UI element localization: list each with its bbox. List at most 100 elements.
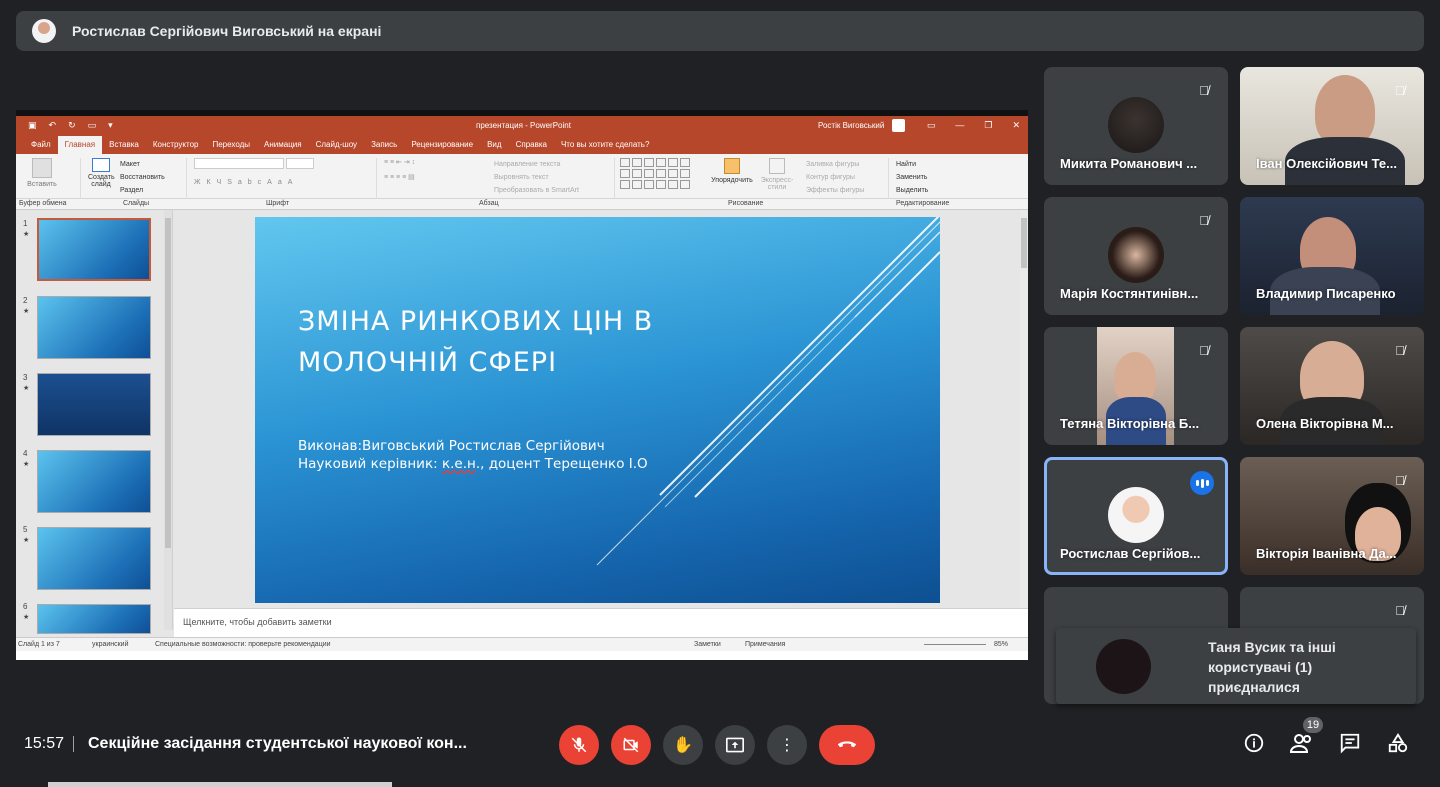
people-button[interactable] [1289,732,1315,758]
ppt-user-name: Ростік Виговський [818,121,885,130]
slide-thumbnail [37,527,151,590]
info-icon [1244,733,1264,753]
smartart-label: Преобразовать в SmartArt [494,187,579,194]
thumb-number: 6 [23,602,28,611]
participant-name: Іван Олексійович Те... [1256,156,1397,171]
tab-design: Конструктор [152,140,199,149]
people-icon [1289,734,1311,753]
participant-tile[interactable]: 🎙̸ Іван Олексійович Те... [1240,67,1424,185]
tab-view: Вид [487,140,502,149]
mic-toggle-button[interactable] [559,725,599,765]
slide-title: ЗМІНА РИНКОВИХ ЦІН В МОЛОЧНІЙ СФЕРІ [298,306,654,378]
shape-fill-label: Заливка фигуры [806,161,860,168]
avatar [1108,227,1164,283]
quick-styles-icon [769,158,785,174]
group-drawing: Рисование [728,200,764,207]
camera-toggle-button[interactable] [611,725,651,765]
thumb-number: 4 [23,449,28,458]
group-font: Шрифт [266,200,290,207]
user-icon [892,119,905,132]
participant-name: Олена Вікторівна М... [1256,416,1394,431]
thumb-number: 5 [23,525,28,534]
group-editing: Редактирование [896,200,950,207]
ppt-ribbon-tabs: Файл Главная Вставка Конструктор Переход… [16,135,1028,154]
camera-off-icon [623,737,639,753]
tab-slideshow: Слайд-шоу [315,140,358,149]
raise-hand-button[interactable]: ✋ [663,725,703,765]
select-label: Выделить [896,187,929,194]
text-direction-label: Направление текста [494,161,561,168]
section-label: Раздел [120,187,144,194]
tab-file: Файл [31,140,51,149]
tab-transitions: Переходы [212,140,251,149]
slide-thumbnails-pane: 1 ★ 2 ★ 3 ★ 4 ★ 5 ★ 6 ★ [16,210,173,634]
ribbon-display-icon: ▭ [926,120,936,130]
presenter-avatar [32,19,56,43]
mic-off-icon: 🎙̸ [1199,83,1209,98]
font-format-icons: ЖКЧSabcAaA [194,179,299,186]
group-clipboard: Буфер обмена [19,200,67,207]
redo-icon: ↻ [68,120,76,130]
slide-thumbnail [37,373,151,436]
save-icon: ▣ [28,120,37,130]
participant-tile[interactable]: 🎙̸ Микита Романович ... [1044,67,1228,185]
present-screen-icon [726,737,744,753]
undo-icon: ↶ [48,120,57,130]
zoom-slider [924,644,986,645]
close-icon: ✕ [1012,120,1020,130]
quick-styles-label: Экспресс-стили [760,177,794,191]
arrange-label: Упорядочить [711,177,753,184]
font-name-box [194,158,284,169]
start-slideshow-icon: ▭ [87,120,97,130]
participant-name: Тетяна Вікторівна Б... [1060,416,1200,431]
language: украинский [92,641,129,648]
avatar [1108,487,1164,543]
comments-toggle: Примечания [745,641,786,648]
participant-tile[interactable]: 🎙̸ Вікторія Іванівна Да... [1240,457,1424,575]
join-notification: Таня Вусик та інші користувачі (1) приєд… [1056,628,1416,704]
reset-label: Восстановить [120,174,165,181]
tab-insert: Вставка [109,140,139,149]
shape-effects-label: Эффекты фигуры [806,187,865,194]
replace-label: Заменить [896,174,928,181]
new-slide-icon [92,158,110,172]
tell-me-search: Что вы хотите сделать? [560,140,650,149]
participant-tile[interactable]: 🎙̸ Тетяна Вікторівна Б... [1044,327,1228,445]
chat-button[interactable] [1337,732,1363,758]
present-now-button[interactable] [715,725,755,765]
align-text-label: Выровнять текст [494,174,549,181]
slide-decoration-lines [596,217,940,566]
notes-toggle: Заметки [694,641,721,648]
shared-screen: ▣ ↶ ↻ ▭ ▾ презентация - PowerPoint Рості… [16,110,1028,660]
activities-button[interactable] [1385,732,1411,758]
tab-record: Запись [371,140,398,149]
more-options-button[interactable]: ⋮ [767,725,807,765]
avatar [1108,97,1164,153]
leave-call-button[interactable] [819,725,875,765]
participant-tile[interactable]: Владимир Писаренко [1240,197,1424,315]
arrange-icon [724,158,740,174]
group-slides: Слайды [123,200,150,207]
mic-off-icon: 🎙̸ [1395,603,1405,618]
participant-tile[interactable]: 🎙̸ Олена Вікторівна М... [1240,327,1424,445]
activities-icon [1388,733,1408,753]
more-vert-icon: ⋮ [779,737,795,754]
participant-tile[interactable]: 🎙̸ Марія Костянтинівн... [1044,197,1228,315]
thumb-number: 3 [23,373,28,382]
presenting-text: Ростислав Сергійович Виговський на екран… [72,23,382,39]
people-count-badge: 19 [1303,717,1323,733]
tab-review: Рецензирование [411,140,474,149]
participant-name: Микита Романович ... [1060,156,1198,171]
mic-off-icon: 🎙̸ [1395,83,1405,98]
shapes-gallery [620,158,704,196]
thumb-number: 2 [23,296,28,305]
slide-thumbnail [37,450,151,513]
notes-pane: Щелкните, чтобы добавить заметки [174,608,1028,637]
participant-tile-speaking[interactable]: Ростислав Сергійов... [1044,457,1228,575]
current-slide: ЗМІНА РИНКОВИХ ЦІН В МОЛОЧНІЙ СФЕРІ Вико… [255,217,940,603]
join-notification-text: Таня Вусик та інші користувачі (1) приєд… [1208,639,1336,695]
new-slide-label: Создать слайд [88,174,115,188]
restore-icon: ❐ [984,120,993,130]
meeting-details-button[interactable] [1241,732,1267,758]
mic-off-icon [571,737,587,753]
